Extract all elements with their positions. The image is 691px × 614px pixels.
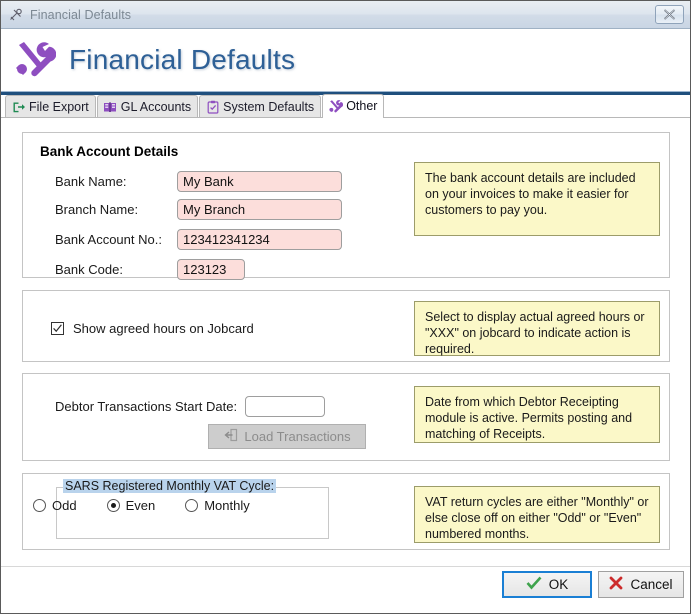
file-export-icon xyxy=(11,99,26,114)
debtor-start-date-label: Debtor Transactions Start Date: xyxy=(55,399,245,414)
green-check-icon xyxy=(526,576,542,593)
bank-name-input[interactable] xyxy=(177,171,342,192)
tab-file-export[interactable]: File Export xyxy=(5,95,96,117)
page-header: Financial Defaults xyxy=(1,29,690,91)
open-book-icon xyxy=(103,99,118,114)
tab-strip: File Export GL Accounts S xyxy=(1,95,690,118)
bank-section-title: Bank Account Details xyxy=(40,144,178,159)
show-agreed-hours-checkbox[interactable]: Show agreed hours on Jobcard xyxy=(51,321,254,336)
vat-cycle-radio-group: Odd Even Monthly xyxy=(33,498,250,513)
vat-option-label: Odd xyxy=(52,498,77,513)
window-titlebar: Financial Defaults xyxy=(1,1,690,29)
jobcard-panel: Show agreed hours on Jobcard Select to d… xyxy=(22,290,670,362)
tools-icon xyxy=(328,99,343,114)
dialog-footer: OK Cancel xyxy=(1,566,690,613)
bank-account-no-input[interactable] xyxy=(177,229,342,250)
debtor-help-text: Date from which Debtor Receipting module… xyxy=(414,386,660,443)
clipboard-check-icon xyxy=(205,99,220,114)
bank-account-details-panel: Bank Account Details Bank Name: Branch N… xyxy=(22,132,670,278)
debtor-start-date-input[interactable] xyxy=(245,396,325,417)
branch-name-label: Branch Name: xyxy=(55,202,177,217)
jobcard-help-text: Select to display actual agreed hours or… xyxy=(414,301,660,356)
bank-code-row: Bank Code: xyxy=(55,259,245,280)
page-title: Financial Defaults xyxy=(69,44,295,76)
tab-label: System Defaults xyxy=(223,100,314,114)
tab-label: GL Accounts xyxy=(121,100,191,114)
vat-cycle-legend: SARS Registered Monthly VAT Cycle: xyxy=(63,479,276,493)
vat-option-label: Even xyxy=(126,498,156,513)
red-x-icon xyxy=(609,576,623,593)
close-button[interactable] xyxy=(655,5,684,24)
branch-name-row: Branch Name: xyxy=(55,199,342,220)
bank-name-label: Bank Name: xyxy=(55,174,177,189)
radio-unselected-icon xyxy=(185,499,198,512)
screwdriver-wrench-icon xyxy=(11,37,57,83)
tab-system-defaults[interactable]: System Defaults xyxy=(199,95,321,117)
vat-help-text: VAT return cycles are either "Monthly" o… xyxy=(414,486,660,543)
window-title: Financial Defaults xyxy=(30,8,131,22)
load-transactions-button[interactable]: Load Transactions xyxy=(208,424,366,449)
cancel-label: Cancel xyxy=(630,577,672,592)
financial-defaults-window: Financial Defaults xyxy=(0,0,691,614)
vat-option-monthly[interactable]: Monthly xyxy=(185,498,250,513)
radio-selected-icon xyxy=(107,499,120,512)
tab-other[interactable]: Other xyxy=(322,94,384,117)
tab-gl-accounts[interactable]: GL Accounts xyxy=(97,95,198,117)
tab-label: Other xyxy=(346,99,377,113)
load-transactions-label: Load Transactions xyxy=(244,429,350,444)
bank-code-label: Bank Code: xyxy=(55,262,177,277)
tab-label: File Export xyxy=(29,100,89,114)
branch-name-input[interactable] xyxy=(177,199,342,220)
bank-account-no-label: Bank Account No.: xyxy=(55,232,177,247)
cancel-button[interactable]: Cancel xyxy=(598,571,684,598)
checkbox-label: Show agreed hours on Jobcard xyxy=(73,321,254,336)
vat-option-even[interactable]: Even xyxy=(107,498,156,513)
footer-edge xyxy=(1,610,690,613)
bank-code-input[interactable] xyxy=(177,259,245,280)
debtor-start-date-row: Debtor Transactions Start Date: xyxy=(55,396,325,417)
close-icon xyxy=(663,9,676,20)
vat-option-label: Monthly xyxy=(204,498,250,513)
radio-unselected-icon xyxy=(33,499,46,512)
bank-help-text: The bank account details are included on… xyxy=(414,162,660,236)
debtor-transactions-panel: Debtor Transactions Start Date: Load Tra… xyxy=(22,373,670,461)
ok-label: OK xyxy=(549,577,569,592)
bank-account-no-row: Bank Account No.: xyxy=(55,229,342,250)
app-tools-icon xyxy=(8,7,24,23)
bank-name-row: Bank Name: xyxy=(55,171,342,192)
tab-page-other: Bank Account Details Bank Name: Branch N… xyxy=(1,118,690,566)
vat-cycle-panel: SARS Registered Monthly VAT Cycle: Odd E… xyxy=(22,473,670,550)
checkbox-checked-icon xyxy=(51,322,64,335)
ok-button[interactable]: OK xyxy=(502,571,592,598)
vat-cycle-groupbox: SARS Registered Monthly VAT Cycle: xyxy=(56,487,329,539)
vat-option-odd[interactable]: Odd xyxy=(33,498,77,513)
load-arrow-icon xyxy=(223,428,238,445)
